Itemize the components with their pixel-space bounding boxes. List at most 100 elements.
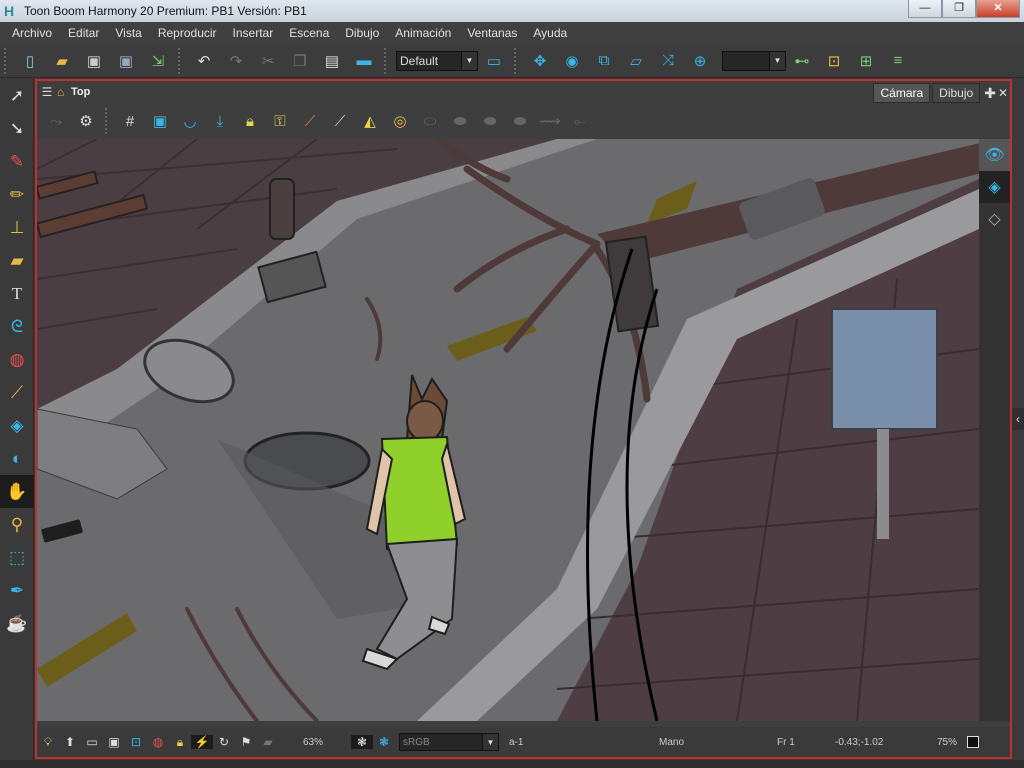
menu-animacion[interactable]: Animación xyxy=(387,26,459,40)
turn-table-icon[interactable]: ⬆ xyxy=(59,735,81,749)
zoom-level[interactable]: 63% xyxy=(303,737,351,748)
toolbar-grip[interactable] xyxy=(4,47,10,74)
current-tool: Mano xyxy=(659,736,685,748)
grid-icon[interactable]: # xyxy=(115,107,145,135)
add-view-icon[interactable]: ✚ xyxy=(984,85,996,102)
save-icon[interactable]: ▣ xyxy=(81,48,107,74)
panel-collapse-icon[interactable]: ‹ xyxy=(1012,408,1024,430)
camera-mask-icon[interactable]: ⊡ xyxy=(125,735,147,749)
disc-3-icon: ⬬ xyxy=(483,112,497,130)
close-button[interactable]: ✕ xyxy=(976,0,1020,18)
panel-menu-icon[interactable]: ☰ xyxy=(37,85,57,99)
paste-icon[interactable]: ▤ xyxy=(319,48,345,74)
menu-escena[interactable]: Escena xyxy=(281,26,337,40)
onion-icon[interactable]: ◍ xyxy=(147,735,169,749)
rotate-icon[interactable]: ◉ xyxy=(559,48,585,74)
scale-icon[interactable]: ⧉ xyxy=(591,48,617,74)
background-color-swatch[interactable] xyxy=(967,736,979,748)
lock-icon[interactable]: 🔒︎ xyxy=(235,107,265,135)
menu-insertar[interactable]: Insertar xyxy=(225,26,282,40)
workspace-manager-icon[interactable]: ▭ xyxy=(481,48,507,74)
cut-icon[interactable]: ✂ xyxy=(255,48,281,74)
layer-down-icon[interactable]: ◇ xyxy=(979,203,1010,235)
menu-archivo[interactable]: Archivo xyxy=(4,26,60,40)
cutter-icon[interactable]: ⬚ xyxy=(0,541,34,574)
undo-icon[interactable]: ↶ xyxy=(191,48,217,74)
close-view-icon[interactable]: ✕ xyxy=(998,86,1008,100)
maintain-size-icon[interactable]: ⤨ xyxy=(655,48,681,74)
camera-canvas[interactable] xyxy=(37,139,979,721)
colour-wheel-icon[interactable]: ❃ xyxy=(373,735,395,749)
maximize-button[interactable]: ❐ xyxy=(942,0,976,18)
library-icon[interactable]: ▬ xyxy=(351,48,377,74)
minimize-button[interactable]: — xyxy=(908,0,942,18)
lock-drawing-icon[interactable]: ⚿ xyxy=(265,107,295,135)
tab-dibujo[interactable]: Dibujo xyxy=(932,83,981,103)
onion-skin-icon[interactable]: ◡ xyxy=(175,107,205,135)
bottom-dock-handle[interactable] xyxy=(0,760,1024,768)
pivot-icon[interactable]: ◈ xyxy=(0,409,34,442)
menu-vista[interactable]: Vista xyxy=(107,26,149,40)
menu-reproducir[interactable]: Reproducir xyxy=(150,26,225,40)
disc-2-icon: ⬬ xyxy=(453,112,467,130)
export-icon[interactable]: ⇲ xyxy=(145,48,171,74)
render-icon[interactable]: ⚑ xyxy=(235,735,257,749)
new-scene-icon[interactable]: ▯ xyxy=(17,48,43,74)
element-select[interactable]: ▼ xyxy=(722,50,786,71)
tab-camara[interactable]: Cámara xyxy=(873,83,931,103)
breadcrumb-top[interactable]: Top xyxy=(71,86,90,98)
reset-view-icon[interactable]: ↻ xyxy=(213,735,235,749)
safe-area-icon[interactable]: ▣ xyxy=(145,107,175,135)
pen-icon[interactable]: ✒ xyxy=(0,574,34,607)
lock-status-icon[interactable]: 🔒︎ xyxy=(169,735,191,750)
brush-icon[interactable]: ✎ xyxy=(0,145,34,178)
layer-options-icon[interactable]: ≡ xyxy=(885,48,911,74)
save-as-icon[interactable]: ▣ xyxy=(113,48,139,74)
pencil-icon[interactable]: ✏ xyxy=(0,178,34,211)
ruler-icon[interactable]: ⟋ xyxy=(295,107,325,135)
toolbar-separator xyxy=(105,108,111,134)
peg-icon[interactable]: ⊷ xyxy=(789,48,815,74)
dropper-icon[interactable]: ⟋ xyxy=(0,376,34,409)
eye-icon[interactable]: 👁︎ xyxy=(979,139,1010,171)
skew-icon[interactable]: ▱ xyxy=(623,48,649,74)
stroke-icon[interactable]: ⟋ xyxy=(325,107,355,135)
workspace-select[interactable]: Default ▼ xyxy=(396,50,478,71)
settings-icon[interactable]: ⚙ xyxy=(71,107,101,135)
transform-icon[interactable]: ⚲ xyxy=(0,508,34,541)
frame-icon[interactable]: ▭ xyxy=(81,735,103,749)
safe-frame-icon[interactable]: ▣ xyxy=(103,735,125,749)
zoom-icon[interactable]: ◐ xyxy=(0,442,34,475)
light-table-icon[interactable]: ◭ xyxy=(355,107,385,135)
reset-icon[interactable]: ⊕ xyxy=(687,48,713,74)
color-space-select[interactable]: sRGB ▼ xyxy=(399,733,499,751)
paint-icon[interactable]: ◍ xyxy=(0,343,34,376)
layers-icon[interactable]: ◈ xyxy=(979,171,1010,203)
home-icon[interactable]: ⌂ xyxy=(57,85,71,99)
camera-shake-icon[interactable]: ☕ xyxy=(0,607,34,640)
menu-ventanas[interactable]: Ventanas xyxy=(459,26,525,40)
redo-icon[interactable]: ↷ xyxy=(223,48,249,74)
select-icon[interactable]: ➚ xyxy=(0,79,34,112)
menu-ayuda[interactable]: Ayuda xyxy=(525,26,575,40)
open-icon[interactable]: ▰ xyxy=(49,48,75,74)
quick-render-icon[interactable]: ⚡ xyxy=(191,735,213,749)
copy-icon[interactable]: ❐ xyxy=(287,48,313,74)
translate-icon[interactable]: ✥ xyxy=(527,48,553,74)
eraser-icon[interactable]: ▰ xyxy=(0,244,34,277)
render-settings-icon[interactable]: ❃ xyxy=(351,735,373,749)
menu-editar[interactable]: Editar xyxy=(60,26,107,40)
contour-editor-icon[interactable]: ➘ xyxy=(0,112,34,145)
preview-icon[interactable]: ▰ xyxy=(257,735,279,749)
animate-mode-icon[interactable]: ⤳ xyxy=(41,107,71,135)
text-icon[interactable]: T xyxy=(0,277,34,310)
hand-icon[interactable]: ✋ xyxy=(0,475,34,508)
stamp-icon[interactable]: ⊥ xyxy=(0,211,34,244)
ground-icon[interactable]: ⤓ xyxy=(205,107,235,135)
light-icon[interactable]: 💡︎ xyxy=(37,735,59,750)
add-drawing-icon[interactable]: ⊞ xyxy=(853,48,879,74)
lasso-icon[interactable]: ᘓ xyxy=(0,310,34,343)
mirror-icon[interactable]: ◎ xyxy=(385,107,415,135)
menu-dibujo[interactable]: Dibujo xyxy=(337,26,387,40)
timing-icon[interactable]: ⊡ xyxy=(821,48,847,74)
